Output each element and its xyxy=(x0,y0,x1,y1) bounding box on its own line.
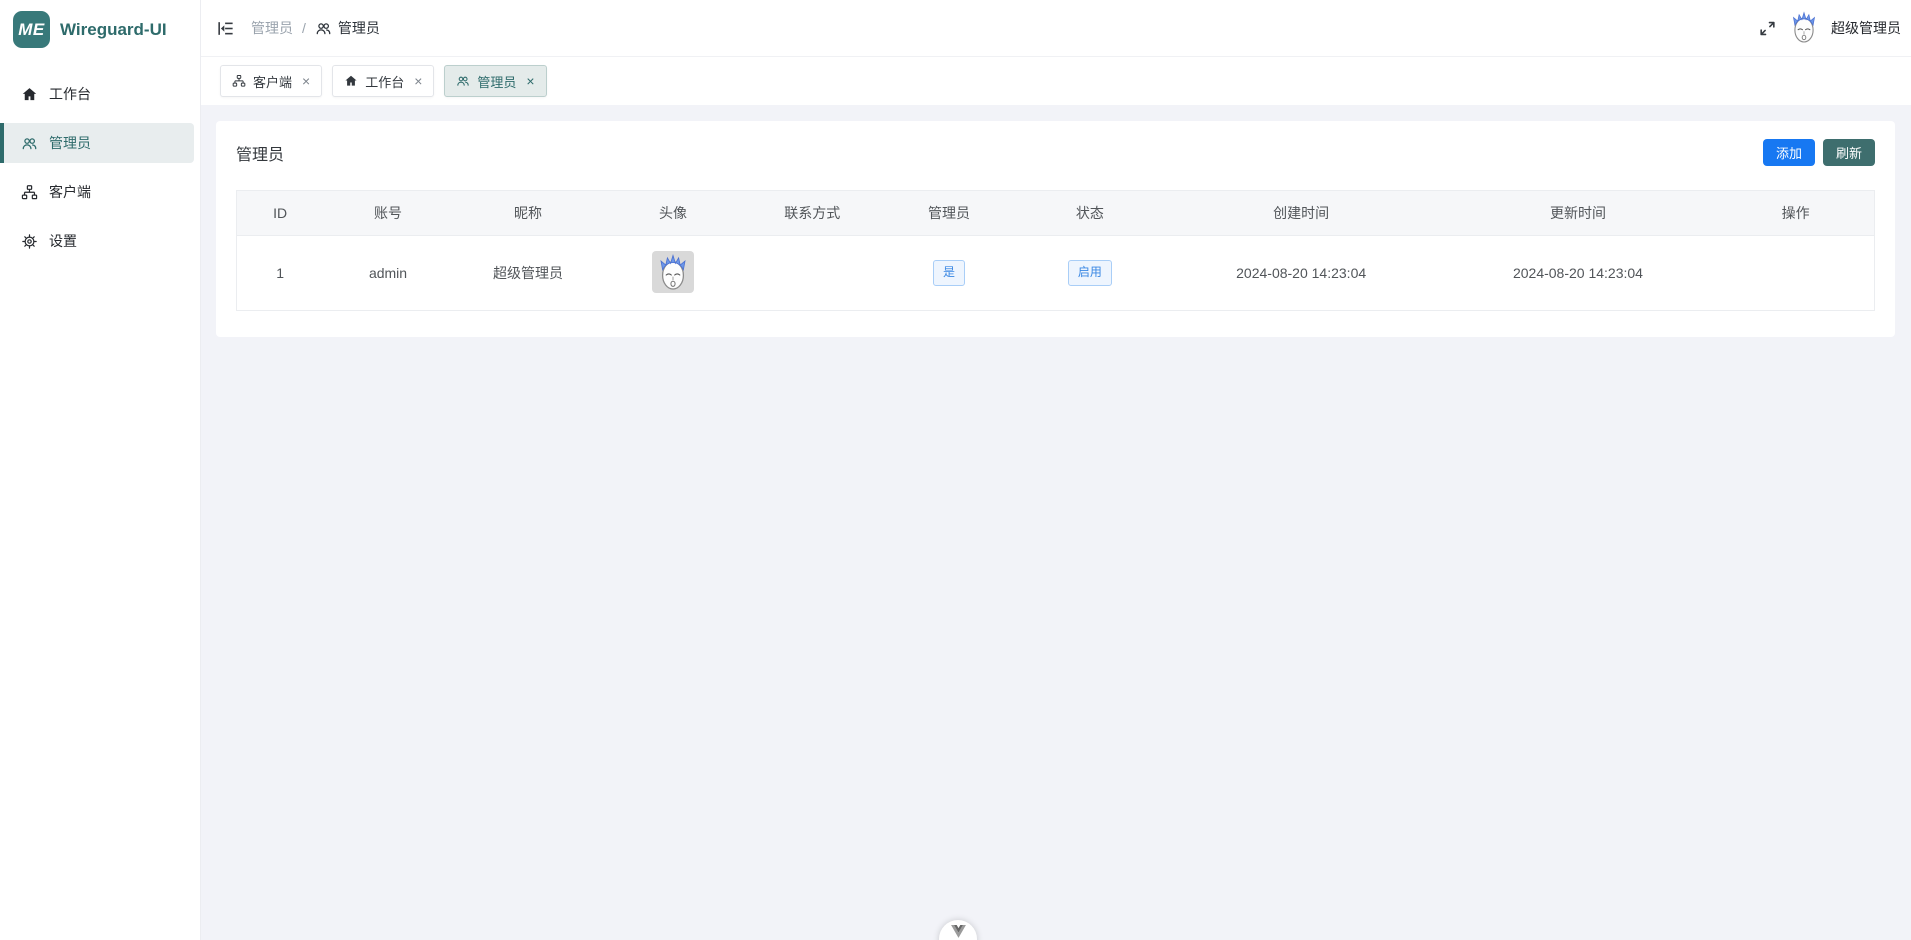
table-header-row: ID 账号 昵称 头像 联系方式 管理员 状态 创建时间 更新时间 操作 xyxy=(237,191,1875,236)
sidebar-item-clients[interactable]: 客户端 xyxy=(0,172,194,212)
tab-label: 管理员 xyxy=(477,72,516,91)
tab-label: 客户端 xyxy=(253,72,292,91)
close-icon[interactable]: × xyxy=(526,74,534,88)
sidebar-item-label: 工作台 xyxy=(49,84,91,104)
col-is-admin: 管理员 xyxy=(882,191,1016,236)
sidebar-item-workbench[interactable]: 工作台 xyxy=(0,74,194,114)
cell-id: 1 xyxy=(237,236,324,311)
home-icon xyxy=(21,86,38,103)
col-id: ID xyxy=(237,191,324,236)
col-created-at: 创建时间 xyxy=(1164,191,1439,236)
cell-avatar xyxy=(603,236,742,311)
user-name[interactable]: 超级管理员 xyxy=(1831,18,1901,38)
close-icon[interactable]: × xyxy=(302,74,310,88)
col-avatar: 头像 xyxy=(603,191,742,236)
tab-label: 工作台 xyxy=(365,72,404,91)
users-icon xyxy=(21,135,38,152)
gear-icon xyxy=(21,233,38,250)
app-title: Wireguard-UI xyxy=(60,20,167,40)
users-icon xyxy=(456,74,470,88)
breadcrumb-current-label: 管理员 xyxy=(338,18,380,38)
sitemap-icon xyxy=(232,74,246,88)
sidebar-item-admins[interactable]: 管理员 xyxy=(0,123,194,163)
is-admin-badge: 是 xyxy=(933,260,965,286)
sitemap-icon xyxy=(21,184,38,201)
cell-updated-at: 2024-08-20 14:23:04 xyxy=(1439,236,1717,311)
cell-contact xyxy=(743,236,882,311)
breadcrumb-parent[interactable]: 管理员 xyxy=(251,18,293,38)
page-title: 管理员 xyxy=(236,141,284,165)
avatar-face-image[interactable] xyxy=(652,251,694,293)
tab-bar: 客户端 × 工作台 × 管理员 × xyxy=(200,57,1911,105)
main-area: 管理员 / 管理员 超级管理员 客户端 × 工作台 xyxy=(200,0,1911,940)
table-row: 1 admin 超级管理员 是 启用 xyxy=(237,236,1875,311)
col-updated-at: 更新时间 xyxy=(1439,191,1717,236)
cell-nickname: 超级管理员 xyxy=(453,236,604,311)
cell-account: admin xyxy=(323,236,452,311)
tab-clients[interactable]: 客户端 × xyxy=(220,65,322,97)
content-area: 管理员 添加 刷新 ID 账号 昵称 xyxy=(200,105,1911,940)
app-logo: ME Wireguard-UI xyxy=(0,0,200,58)
sidebar-item-label: 客户端 xyxy=(49,182,91,202)
sidebar-item-settings[interactable]: 设置 xyxy=(0,221,194,261)
users-icon xyxy=(315,20,332,37)
status-badge: 启用 xyxy=(1068,260,1112,286)
cell-actions xyxy=(1717,236,1874,311)
col-contact: 联系方式 xyxy=(743,191,882,236)
breadcrumb: 管理员 / 管理员 xyxy=(251,18,380,38)
breadcrumb-current: 管理员 xyxy=(315,18,380,38)
tab-admins[interactable]: 管理员 × xyxy=(444,65,546,97)
col-nickname: 昵称 xyxy=(453,191,604,236)
fullscreen-icon[interactable] xyxy=(1758,19,1777,38)
tab-workbench[interactable]: 工作台 × xyxy=(332,65,434,97)
collapse-sidebar-icon[interactable] xyxy=(216,19,235,38)
refresh-button[interactable]: 刷新 xyxy=(1823,139,1875,166)
topbar: 管理员 / 管理员 超级管理员 xyxy=(200,0,1911,57)
col-account: 账号 xyxy=(323,191,452,236)
app-logo-icon: ME xyxy=(13,11,50,48)
col-status: 状态 xyxy=(1016,191,1163,236)
admins-table: ID 账号 昵称 头像 联系方式 管理员 状态 创建时间 更新时间 操作 1 xyxy=(236,190,1875,311)
avatar[interactable] xyxy=(1790,11,1818,45)
add-button[interactable]: 添加 xyxy=(1763,139,1815,166)
close-icon[interactable]: × xyxy=(414,74,422,88)
home-icon xyxy=(344,74,358,88)
admins-card: 管理员 添加 刷新 ID 账号 昵称 xyxy=(216,121,1895,337)
sidebar: ME Wireguard-UI 工作台 管理员 客户端 设置 xyxy=(0,0,200,940)
sidebar-item-label: 管理员 xyxy=(49,133,91,153)
col-actions: 操作 xyxy=(1717,191,1874,236)
vue-logo-icon xyxy=(951,925,966,938)
cell-is-admin: 是 xyxy=(882,236,1016,311)
breadcrumb-separator: / xyxy=(302,20,306,36)
sidebar-item-label: 设置 xyxy=(49,231,77,251)
sidebar-nav: 工作台 管理员 客户端 设置 xyxy=(0,74,200,261)
cell-status: 启用 xyxy=(1016,236,1163,311)
cell-created-at: 2024-08-20 14:23:04 xyxy=(1164,236,1439,311)
